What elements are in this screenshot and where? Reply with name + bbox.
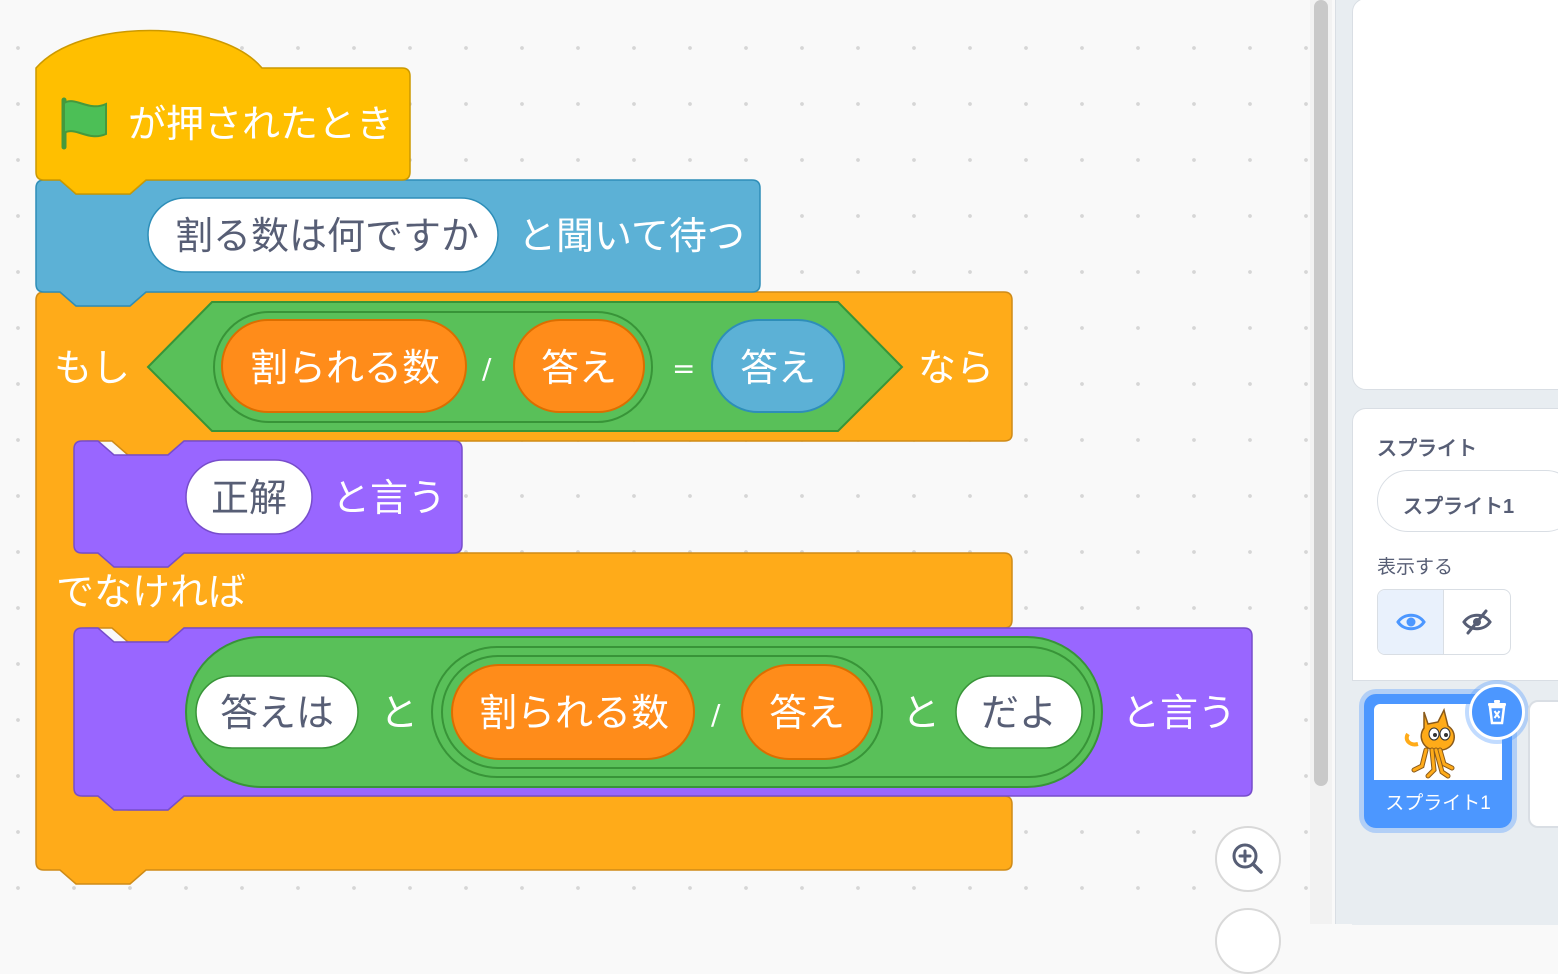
eye-slash-icon	[1462, 609, 1492, 635]
equals-operator-block[interactable]: 割られる数 / 答え = 答え	[146, 301, 904, 432]
answer-label-2: 答え	[769, 691, 845, 735]
visibility-toggle	[1377, 589, 1511, 655]
ask-and-wait-block[interactable]: 割る数は何ですか と聞いて待つ	[35, 179, 761, 307]
join-text: 答えは	[220, 691, 334, 735]
divide-sign-2: /	[711, 698, 721, 731]
script-canvas: もし なら でなければ 割られる数 / 答え = 答え 割る数は何ですか と聞い…	[35, 29, 1253, 885]
equals-sign: =	[672, 352, 695, 385]
else-label: でなければ	[56, 570, 246, 614]
trash-icon	[1488, 700, 1506, 725]
divide-sign: /	[482, 352, 492, 385]
sprite-label: スプライト	[1377, 438, 1477, 460]
scrollbar-thumb[interactable]	[1314, 0, 1328, 786]
zoom-out-button[interactable]	[1215, 908, 1281, 974]
if-label: もし	[54, 346, 130, 390]
join-word-2: と	[902, 691, 940, 735]
question-text: 割る数は何ですか	[175, 214, 479, 258]
variable-name-2: 割られる数	[479, 691, 669, 735]
sprite-tile-name: スプライト1	[1385, 793, 1491, 814]
ask-suffix: と聞いて待つ	[518, 214, 745, 258]
show-button[interactable]	[1378, 590, 1444, 654]
say-block[interactable]: 正解 と言う	[73, 440, 463, 568]
variable-name: 割られる数	[250, 346, 440, 390]
say-suffix: と言う	[332, 476, 446, 520]
when-flag-clicked-block[interactable]: が押されたとき	[35, 29, 411, 195]
delete-sprite-button[interactable]	[1469, 684, 1525, 740]
show-label: 表示する	[1377, 557, 1454, 578]
say-suffix-2: と言う	[1122, 691, 1236, 735]
hide-button[interactable]	[1444, 590, 1510, 654]
join-text-2: だよ	[981, 691, 1057, 735]
answer-sensing-label: 答え	[740, 346, 816, 390]
hat-label: が押されたとき	[128, 102, 394, 146]
zoom-in-icon	[1232, 843, 1263, 874]
eye-icon	[1395, 613, 1426, 631]
sprite-name-input[interactable]: スプライト1	[1377, 470, 1558, 532]
then-label: なら	[918, 346, 994, 390]
stage[interactable]	[1352, 0, 1558, 390]
say-answer-block[interactable]: 答えは と 割られる数 / 答え と だよ と言う	[73, 627, 1253, 811]
message-text: 正解	[211, 476, 287, 520]
zoom-in-button[interactable]	[1215, 826, 1281, 892]
join-word: と	[380, 691, 418, 735]
answer-label: 答え	[541, 346, 617, 390]
sprite-tile-partial[interactable]	[1528, 700, 1558, 828]
